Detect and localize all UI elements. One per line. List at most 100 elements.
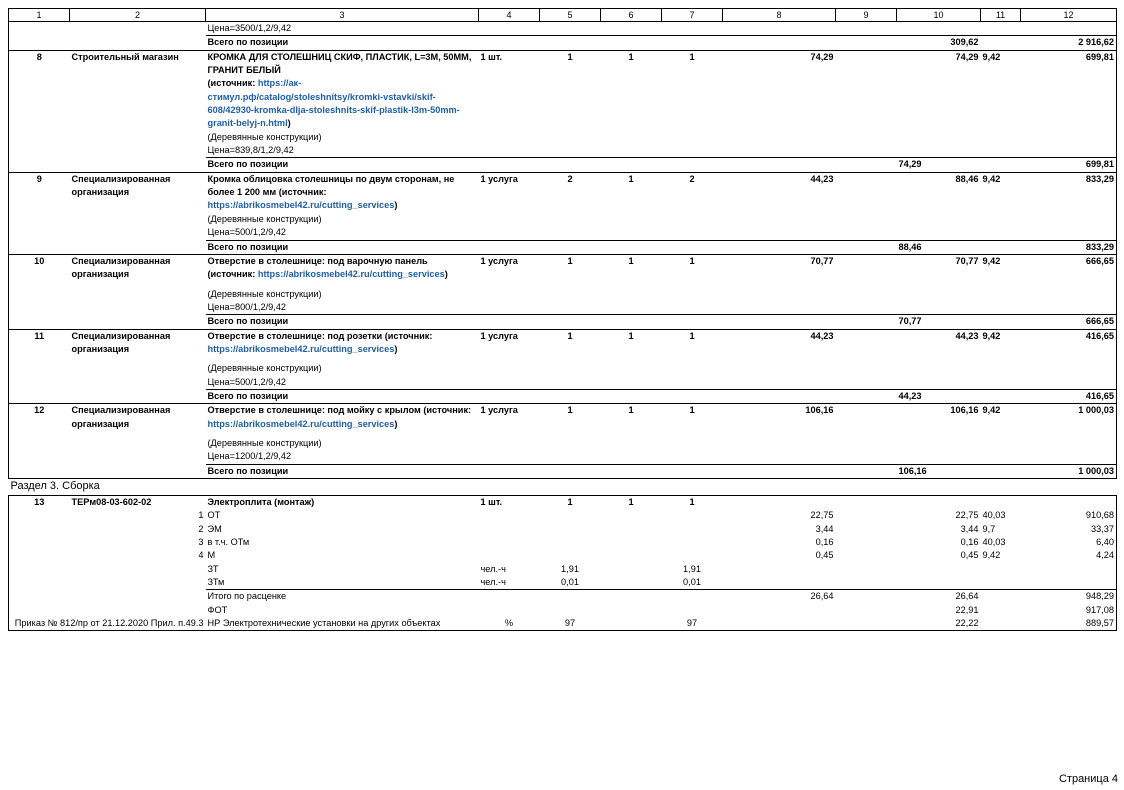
position-total-row: Всего по позиции 74,29 699,81 xyxy=(8,157,1117,173)
source-name: Строительный магазин xyxy=(71,51,179,62)
col-num: 1 xyxy=(8,8,70,22)
total-c12: 2 916,62 xyxy=(1020,35,1117,51)
total-c10: 74,29 xyxy=(896,157,981,173)
page-number: Страница 4 xyxy=(1058,773,1118,785)
category: (Деревянные конструкции) xyxy=(207,213,322,224)
qty-total: 2 xyxy=(689,173,695,184)
current-total: 666,65 xyxy=(1020,254,1117,282)
coef: 1 xyxy=(628,255,634,266)
position-description: Отверстие в столешнице: под мойку с крыл… xyxy=(207,405,472,429)
overhead-label: НР Электротехнические установки на други… xyxy=(205,617,479,632)
position-number: 11 xyxy=(8,329,70,357)
price-formula: Цена=500/1,2/9,42 xyxy=(207,376,287,387)
price-formula: Цена=1200/1,2/9,42 xyxy=(207,451,292,462)
price-formula: Цена=500/1,2/9,42 xyxy=(207,227,287,238)
unit: 1 шт. xyxy=(480,51,503,62)
col-num: 10 xyxy=(896,8,981,22)
index: 9,42 xyxy=(982,51,1001,62)
qty: 0,01 xyxy=(561,577,579,587)
table-row: Цена=500/1,2/9,42 xyxy=(8,226,1117,240)
position-number: 10 xyxy=(8,254,70,282)
table-row: Цена=3500/1,2/9,42 xyxy=(8,21,1117,36)
base-total: 26,64 xyxy=(896,589,981,604)
position-description: Отверстие в столешнице: под варочную пан… xyxy=(207,255,448,280)
component-index: 2 xyxy=(198,523,204,534)
table-row: Цена=1200/1,2/9,42 xyxy=(8,450,1117,465)
total-label: Всего по позиции xyxy=(205,157,479,173)
item-title: Электроплита (монтаж) xyxy=(207,496,315,507)
qty: 2 xyxy=(567,173,573,184)
qty-total: 1 xyxy=(689,496,695,507)
estimate-table: 1 2 3 4 5 6 7 8 9 10 11 12 Цена=3500/1,2… xyxy=(8,8,1117,632)
position-number: 8 xyxy=(8,50,70,131)
coef: 1 xyxy=(628,330,634,341)
total-c10: 106,16 xyxy=(896,463,981,479)
unit: 1 шт. xyxy=(480,496,503,507)
qty-total: 1,91 xyxy=(683,563,701,574)
qty: 1 xyxy=(567,405,573,416)
col-num: 5 xyxy=(539,8,601,22)
source-link[interactable]: https://abrikosmebel42.ru/cutting_servic… xyxy=(258,269,445,279)
position-total-row: Всего по позиции 106,16 1 000,03 xyxy=(8,463,1117,479)
table-row: Цена=500/1,2/9,42 xyxy=(8,375,1117,390)
current-total: 910,68 xyxy=(1020,509,1117,523)
base-price: 44,23 xyxy=(810,330,834,341)
total-label: Всего по позиции xyxy=(205,388,479,405)
coef: 1 xyxy=(628,496,634,507)
source-name: Специализированная организация xyxy=(71,330,171,354)
total-label: Всего по позиции xyxy=(205,35,479,51)
source-link[interactable]: https://abrikosmebel42.ru/cutting_servic… xyxy=(208,200,395,210)
source-name: Специализированная организация xyxy=(71,405,171,429)
fot-label: ФОТ xyxy=(207,604,228,615)
table-row: (Деревянные конструкции) xyxy=(8,436,1117,451)
category: (Деревянные конструкции) xyxy=(207,363,322,374)
source-link[interactable]: https://abrikosmebel42.ru/cutting_servic… xyxy=(208,419,395,429)
unit: 1 услуга xyxy=(480,255,518,266)
total-label: Итого по расценке xyxy=(205,589,479,604)
category: (Деревянные конструкции) xyxy=(207,437,322,448)
position-description: Кромка облицовка столешницы по двум стор… xyxy=(207,173,455,211)
unit: 1 услуга xyxy=(480,405,518,416)
total-c10: 44,23 xyxy=(896,388,981,405)
unit: 1 услуга xyxy=(480,173,518,184)
total-c12: 1 000,03 xyxy=(1020,463,1117,479)
base-price: 106,16 xyxy=(805,405,834,416)
current-total: 416,65 xyxy=(1020,329,1117,357)
table-row: 11 Специализированная организация Отверс… xyxy=(8,329,1117,357)
total-c12: 666,65 xyxy=(1020,314,1117,330)
base-total: 0,45 xyxy=(960,550,979,561)
col-num: 6 xyxy=(600,8,662,22)
coef: 1 xyxy=(628,173,634,184)
col-num: 12 xyxy=(1020,8,1117,22)
source-name: Специализированная организация xyxy=(71,255,171,280)
component-index: 3 xyxy=(198,536,204,547)
unit: чел.-ч xyxy=(480,577,506,587)
current-total: 699,81 xyxy=(1020,50,1117,131)
source-link[interactable]: https://abrikosmebel42.ru/cutting_servic… xyxy=(208,344,395,354)
position-description: КРОМКА ДЛЯ СТОЛЕШНИЦ СКИФ, ПЛАСТИК, L=3М… xyxy=(207,51,472,129)
labor-label: ЗТм xyxy=(207,577,225,587)
labor-row: ЗТ чел.-ч 1,91 1,91 xyxy=(8,562,1117,576)
labor-row: ЗТм чел.-ч 0,01 0,01 xyxy=(8,576,1117,590)
base-price: 70,77 xyxy=(810,255,834,266)
section-row: Раздел 3. Сборка xyxy=(8,478,1117,496)
labor-label: ЗТ xyxy=(207,563,219,574)
qty: 1,91 xyxy=(561,563,579,574)
column-number-header: 1 2 3 4 5 6 7 8 9 10 11 12 xyxy=(8,8,1117,22)
fot-row: ФОТ 22,91 917,08 xyxy=(8,603,1117,618)
total-label: Всего по позиции xyxy=(205,463,479,479)
current-total: 33,37 xyxy=(1020,522,1117,536)
base-price: 74,29 xyxy=(810,51,834,62)
base-total: 22,22 xyxy=(896,617,981,632)
base-total: 74,29 xyxy=(955,51,979,62)
table-row: 10 Специализированная организация Отверс… xyxy=(8,254,1117,282)
qty-total: 1 xyxy=(689,330,695,341)
component-index: 4 xyxy=(198,550,204,561)
rate-total-row: Итого по расценке 26,64 26,64 948,29 xyxy=(8,589,1117,604)
cost-component-row: 3 в т.ч. ОТм 0,16 0,16 40,03 6,40 xyxy=(8,535,1117,550)
current-total: 6,40 xyxy=(1020,535,1117,550)
price-formula: Цена=800/1,2/9,42 xyxy=(207,301,287,312)
index: 9,42 xyxy=(982,405,1001,416)
qty-total: 1 xyxy=(689,405,695,416)
col-num: 3 xyxy=(205,8,479,22)
